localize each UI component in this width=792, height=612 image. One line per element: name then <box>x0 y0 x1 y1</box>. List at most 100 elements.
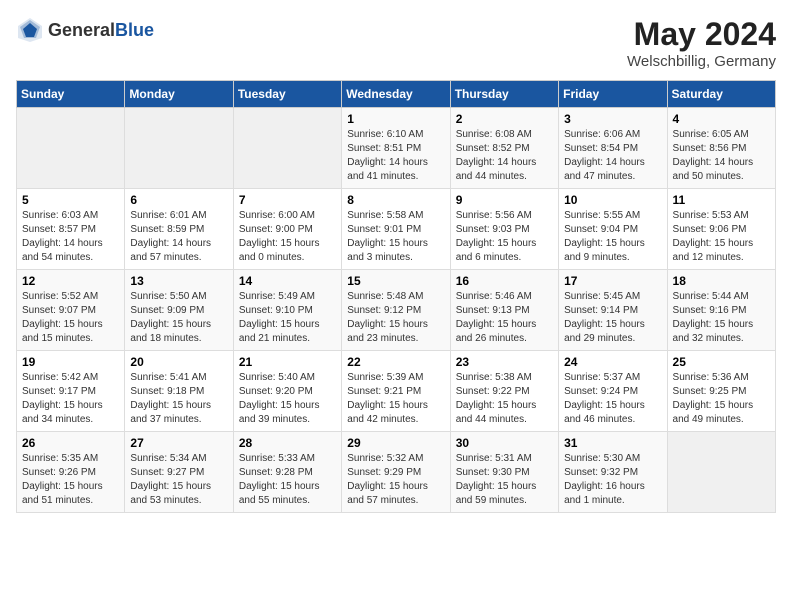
day-number: 25 <box>673 355 770 369</box>
day-number: 20 <box>130 355 227 369</box>
day-cell: 20 Sunrise: 5:41 AM Sunset: 9:18 PM Dayli… <box>125 351 233 432</box>
day-info: Sunrise: 5:58 AM Sunset: 9:01 PM Dayligh… <box>347 209 444 265</box>
day-cell: 29Sunrise: 5:32 AM Sunset: 9:29 PM Dayli… <box>342 432 450 513</box>
week-row-4: 19 Sunrise: 5:42 AM Sunset: 9:17 PM Dayli… <box>17 351 776 432</box>
day-info: Sunrise: 5:30 AM Sunset: 9:32 PM Dayligh… <box>564 452 661 508</box>
logo-text: General Blue <box>48 20 154 41</box>
day-number: 18 <box>673 274 770 288</box>
day-number: 3 <box>564 112 661 126</box>
day-header-thursday: Thursday <box>450 81 558 108</box>
week-row-5: 26 Sunrise: 5:35 AM Sunset: 9:26 PM Dayli… <box>17 432 776 513</box>
day-number: 31 <box>564 436 661 450</box>
day-number: 2 <box>456 112 553 126</box>
location-title: Welschbillig, Germany <box>627 53 776 70</box>
title-block: May 2024 Welschbillig, Germany <box>627 16 776 70</box>
day-info: Sunrise: 6:03 AM Sunset: 8:57 PM Dayligh… <box>22 209 119 265</box>
day-info: Sunrise: 5:39 AM Sunset: 9:21 PM Dayligh… <box>347 371 444 427</box>
week-row-2: 5 Sunrise: 6:03 AM Sunset: 8:57 PM Daylig… <box>17 189 776 270</box>
day-info: Sunrise: 6:01 AM Sunset: 8:59 PM Dayligh… <box>130 209 227 265</box>
day-number: 22 <box>347 355 444 369</box>
day-info: Sunrise: 5:45 AM Sunset: 9:14 PM Dayligh… <box>564 290 661 346</box>
day-info: Sunrise: 5:56 AM Sunset: 9:03 PM Dayligh… <box>456 209 553 265</box>
day-number: 29 <box>347 436 444 450</box>
day-number: 5 <box>22 193 119 207</box>
day-cell: 7 Sunrise: 6:00 AM Sunset: 9:00 PM Daylig… <box>233 189 341 270</box>
day-number: 21 <box>239 355 336 369</box>
day-number: 17 <box>564 274 661 288</box>
day-number: 4 <box>673 112 770 126</box>
day-number: 19 <box>22 355 119 369</box>
days-header-row: SundayMondayTuesdayWednesdayThursdayFrid… <box>17 81 776 108</box>
day-cell: 27 Sunrise: 5:34 AM Sunset: 9:27 PM Dayli… <box>125 432 233 513</box>
day-info: Sunrise: 6:08 AM Sunset: 8:52 PM Dayligh… <box>456 128 553 184</box>
day-cell <box>667 432 775 513</box>
day-number: 24 <box>564 355 661 369</box>
day-cell: 1Sunrise: 6:10 AM Sunset: 8:51 PM Daylig… <box>342 108 450 189</box>
day-cell: 14 Sunrise: 5:49 AM Sunset: 9:10 PM Dayli… <box>233 270 341 351</box>
day-cell: 18 Sunrise: 5:44 AM Sunset: 9:16 PM Dayli… <box>667 270 775 351</box>
day-info: Sunrise: 5:55 AM Sunset: 9:04 PM Dayligh… <box>564 209 661 265</box>
day-number: 26 <box>22 436 119 450</box>
day-cell <box>233 108 341 189</box>
day-info: Sunrise: 5:46 AM Sunset: 9:13 PM Dayligh… <box>456 290 553 346</box>
day-info: Sunrise: 5:33 AM Sunset: 9:28 PM Dayligh… <box>239 452 336 508</box>
day-info: Sunrise: 5:42 AM Sunset: 9:17 PM Dayligh… <box>22 371 119 427</box>
day-cell: 25 Sunrise: 5:36 AM Sunset: 9:25 PM Dayli… <box>667 351 775 432</box>
day-info: Sunrise: 5:37 AM Sunset: 9:24 PM Dayligh… <box>564 371 661 427</box>
day-cell: 22 Sunrise: 5:39 AM Sunset: 9:21 PM Dayli… <box>342 351 450 432</box>
day-number: 30 <box>456 436 553 450</box>
day-cell: 21 Sunrise: 5:40 AM Sunset: 9:20 PM Dayli… <box>233 351 341 432</box>
day-number: 28 <box>239 436 336 450</box>
day-info: Sunrise: 5:31 AM Sunset: 9:30 PM Dayligh… <box>456 452 553 508</box>
day-number: 6 <box>130 193 227 207</box>
day-cell: 9 Sunrise: 5:56 AM Sunset: 9:03 PM Daylig… <box>450 189 558 270</box>
day-info: Sunrise: 5:50 AM Sunset: 9:09 PM Dayligh… <box>130 290 227 346</box>
day-header-tuesday: Tuesday <box>233 81 341 108</box>
day-info: Sunrise: 5:36 AM Sunset: 9:25 PM Dayligh… <box>673 371 770 427</box>
day-cell: 15Sunrise: 5:48 AM Sunset: 9:12 PM Dayli… <box>342 270 450 351</box>
day-cell: 16 Sunrise: 5:46 AM Sunset: 9:13 PM Dayli… <box>450 270 558 351</box>
day-number: 7 <box>239 193 336 207</box>
day-info: Sunrise: 5:34 AM Sunset: 9:27 PM Dayligh… <box>130 452 227 508</box>
day-info: Sunrise: 5:40 AM Sunset: 9:20 PM Dayligh… <box>239 371 336 427</box>
day-header-sunday: Sunday <box>17 81 125 108</box>
day-info: Sunrise: 6:05 AM Sunset: 8:56 PM Dayligh… <box>673 128 770 184</box>
day-number: 14 <box>239 274 336 288</box>
week-row-1: 1Sunrise: 6:10 AM Sunset: 8:51 PM Daylig… <box>17 108 776 189</box>
day-number: 12 <box>22 274 119 288</box>
day-info: Sunrise: 5:49 AM Sunset: 9:10 PM Dayligh… <box>239 290 336 346</box>
day-number: 10 <box>564 193 661 207</box>
day-cell: 28 Sunrise: 5:33 AM Sunset: 9:28 PM Dayli… <box>233 432 341 513</box>
day-header-friday: Friday <box>559 81 667 108</box>
day-header-wednesday: Wednesday <box>342 81 450 108</box>
day-cell: 31 Sunrise: 5:30 AM Sunset: 9:32 PM Dayli… <box>559 432 667 513</box>
day-header-monday: Monday <box>125 81 233 108</box>
day-cell: 2 Sunrise: 6:08 AM Sunset: 8:52 PM Daylig… <box>450 108 558 189</box>
day-number: 16 <box>456 274 553 288</box>
day-cell: 4 Sunrise: 6:05 AM Sunset: 8:56 PM Daylig… <box>667 108 775 189</box>
day-number: 11 <box>673 193 770 207</box>
day-cell: 12 Sunrise: 5:52 AM Sunset: 9:07 PM Dayli… <box>17 270 125 351</box>
page-header: General Blue May 2024 Welschbillig, Germ… <box>16 16 776 70</box>
day-cell <box>17 108 125 189</box>
day-cell: 3 Sunrise: 6:06 AM Sunset: 8:54 PM Daylig… <box>559 108 667 189</box>
day-info: Sunrise: 5:44 AM Sunset: 9:16 PM Dayligh… <box>673 290 770 346</box>
day-info: Sunrise: 5:41 AM Sunset: 9:18 PM Dayligh… <box>130 371 227 427</box>
day-info: Sunrise: 6:00 AM Sunset: 9:00 PM Dayligh… <box>239 209 336 265</box>
day-number: 9 <box>456 193 553 207</box>
day-info: Sunrise: 6:06 AM Sunset: 8:54 PM Dayligh… <box>564 128 661 184</box>
day-cell: 26 Sunrise: 5:35 AM Sunset: 9:26 PM Dayli… <box>17 432 125 513</box>
day-info: Sunrise: 5:35 AM Sunset: 9:26 PM Dayligh… <box>22 452 119 508</box>
day-cell: 19 Sunrise: 5:42 AM Sunset: 9:17 PM Dayli… <box>17 351 125 432</box>
day-cell: 30 Sunrise: 5:31 AM Sunset: 9:30 PM Dayli… <box>450 432 558 513</box>
month-year-title: May 2024 <box>627 16 776 53</box>
day-number: 1 <box>347 112 444 126</box>
day-cell: 23Sunrise: 5:38 AM Sunset: 9:22 PM Dayli… <box>450 351 558 432</box>
day-number: 27 <box>130 436 227 450</box>
day-number: 23 <box>456 355 553 369</box>
day-cell: 6 Sunrise: 6:01 AM Sunset: 8:59 PM Daylig… <box>125 189 233 270</box>
logo-icon <box>16 16 44 44</box>
day-cell: 17 Sunrise: 5:45 AM Sunset: 9:14 PM Dayli… <box>559 270 667 351</box>
day-cell: 8Sunrise: 5:58 AM Sunset: 9:01 PM Daylig… <box>342 189 450 270</box>
day-info: Sunrise: 5:52 AM Sunset: 9:07 PM Dayligh… <box>22 290 119 346</box>
